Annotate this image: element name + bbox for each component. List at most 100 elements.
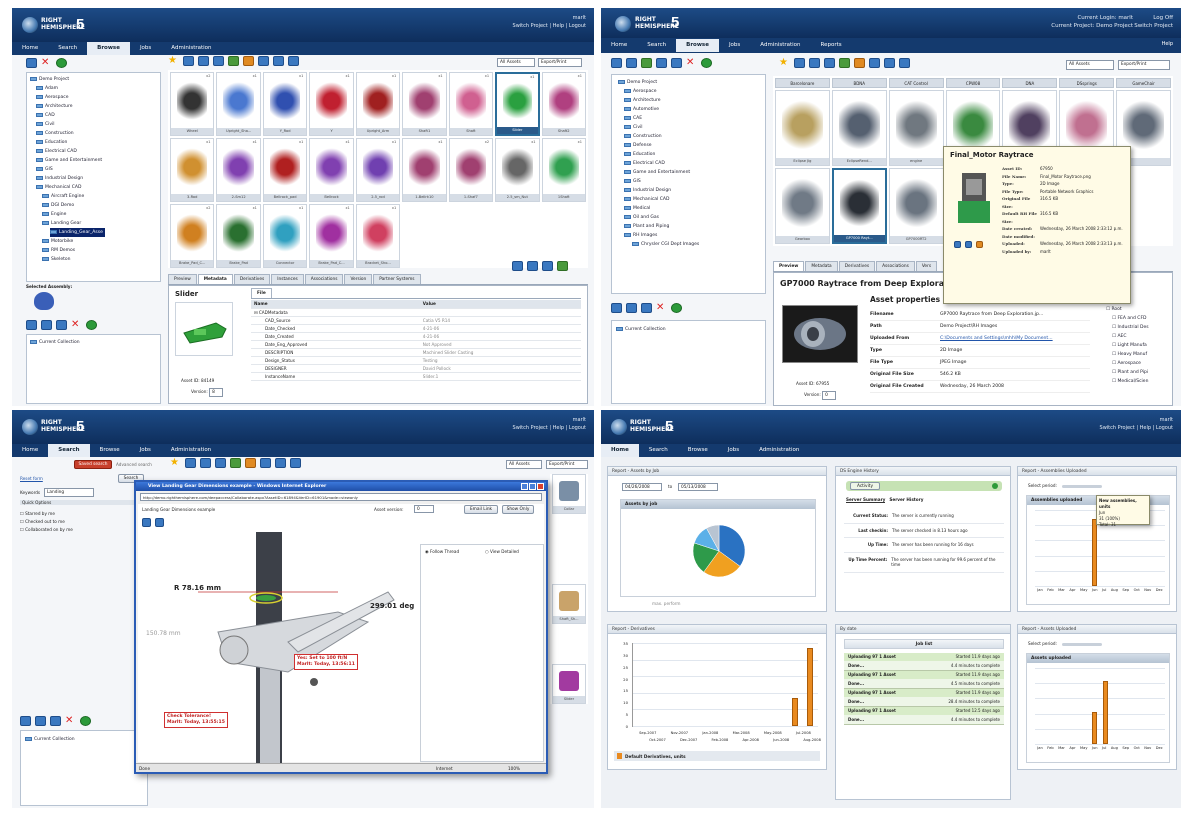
category-tree[interactable]: ☐ Root ☐ FEA and CFD ☐ Industrial Des ☐ AEC… — [1106, 305, 1172, 405]
checkin-icon[interactable] — [200, 458, 211, 468]
quick-option[interactable]: ☐ Collaborated on by me — [20, 526, 150, 534]
asset-tile[interactable]: engine — [888, 90, 944, 166]
asset-tile[interactable]: x1 Connector — [262, 204, 308, 268]
share-icon[interactable] — [854, 58, 865, 68]
asset-tile[interactable]: EclipseRend... — [831, 90, 887, 166]
refresh-icon[interactable] — [701, 58, 712, 68]
annotation-callout[interactable]: Yes: Set to 100 ft/N Marlt: Today, 13:56:… — [294, 654, 358, 670]
search-icon[interactable] — [671, 58, 682, 68]
tree-item[interactable]: Plant and Piping — [624, 222, 759, 231]
tree-item[interactable]: Electrical CAD — [624, 159, 759, 168]
tab-instances[interactable]: Instances — [271, 274, 304, 284]
asset-filter-select[interactable]: All Assets — [497, 58, 535, 67]
tree-item[interactable]: Industrial Design — [36, 174, 157, 183]
tab-server-history[interactable]: Server History — [889, 497, 923, 503]
export-select[interactable]: Export/Print — [538, 58, 582, 67]
version-select[interactable]: 8 — [209, 388, 224, 397]
checkout-icon[interactable] — [794, 58, 805, 68]
nav-tab-reports[interactable]: Reports — [811, 39, 852, 52]
star-icon[interactable]: ★ — [170, 458, 181, 468]
collection-item[interactable]: Current Collection — [30, 338, 157, 347]
tree-item[interactable]: Skeleton — [42, 255, 157, 264]
table-group-row[interactable]: ⊟ CADMetadata — [251, 308, 581, 317]
tree-item[interactable]: RH Images — [624, 231, 759, 240]
delete-icon[interactable]: ✕ — [71, 320, 82, 330]
date-to-input[interactable]: 05/13/2008 — [678, 483, 718, 491]
saved-search-button[interactable]: Saved search — [74, 460, 112, 469]
tree-item[interactable]: Aerospace — [36, 93, 157, 102]
upload-icon[interactable] — [641, 58, 652, 68]
copy-icon[interactable] — [258, 56, 269, 66]
tree-item[interactable]: Construction — [624, 132, 759, 141]
delete-icon[interactable]: ✕ — [686, 58, 697, 68]
asset-tile[interactable]: x1 Bracket_Sho... — [355, 204, 401, 268]
job-item[interactable]: Uploading 97 1 Asset Started 11.9 days ag… — [844, 653, 1004, 662]
tree-item[interactable]: Motorbike — [42, 237, 157, 246]
version-select[interactable]: 0 — [822, 391, 837, 400]
tree-item[interactable]: CAD — [36, 111, 157, 120]
tree-item[interactable]: RM Demos — [42, 246, 157, 255]
tree-item[interactable]: Electrical CAD — [36, 147, 157, 156]
property-value[interactable]: C:\Documents and Settings\mhh\My Documen… — [940, 333, 1053, 344]
tree-item[interactable]: Architecture — [36, 102, 157, 111]
tree-item[interactable]: Medical — [624, 204, 759, 213]
grid-view-icon[interactable] — [290, 458, 301, 468]
asset-tile[interactable]: x1 Slider — [495, 72, 540, 136]
activity-button[interactable]: Activity — [850, 482, 880, 490]
tree-item[interactable]: Mechanical CAD — [36, 183, 157, 192]
tree-item[interactable]: Engine — [42, 210, 157, 219]
collection-item[interactable]: Current Collection — [616, 325, 761, 334]
tree-item[interactable]: Construction — [36, 129, 157, 138]
grid-view-icon[interactable] — [899, 58, 910, 68]
rotate-icon[interactable] — [142, 518, 151, 527]
copy-icon[interactable] — [260, 458, 271, 468]
tab-version[interactable]: Version — [344, 274, 373, 284]
tree-item[interactable]: Landing Gear — [42, 219, 157, 228]
category-item[interactable]: ☐ Plant and Pipi — [1112, 368, 1172, 377]
refresh-icon[interactable] — [86, 320, 97, 330]
nav-tab-administration[interactable]: Administration — [161, 444, 221, 457]
nav-tab-jobs[interactable]: Jobs — [130, 444, 161, 457]
tree-item[interactable]: Landing_Gear_Asse — [50, 228, 105, 237]
checkout-icon[interactable] — [183, 56, 194, 66]
asset-tile[interactable]: x1 Upright_Sha... — [216, 72, 261, 136]
tab-file[interactable]: File — [251, 288, 272, 298]
asset-tile[interactable]: Gearbox — [775, 168, 830, 244]
tree-item[interactable]: CAE — [624, 114, 759, 123]
close-icon[interactable] — [537, 483, 544, 490]
tree-item[interactable]: Oil and Gas — [624, 213, 759, 222]
email-link-button[interactable]: Email Link — [464, 505, 498, 514]
tree-item[interactable]: Adam — [36, 84, 157, 93]
collection-icon[interactable] — [26, 320, 37, 330]
nav-tab-home[interactable]: Home — [601, 444, 639, 457]
collection-share-icon[interactable] — [50, 716, 61, 726]
collection-share-icon[interactable] — [56, 320, 67, 330]
bar[interactable] — [1092, 518, 1097, 586]
delete-icon[interactable]: ✕ — [65, 716, 76, 726]
view-icon[interactable] — [954, 241, 961, 248]
category-item[interactable]: ☐ Industrial Des — [1112, 323, 1172, 332]
asset-tile[interactable]: x1 Shaft — [448, 72, 494, 136]
tab-preview[interactable]: Preview — [168, 274, 197, 284]
table-row[interactable]: DESIGNER David Pollock — [251, 364, 581, 373]
period-slider[interactable] — [1062, 643, 1102, 646]
view-icon[interactable] — [512, 261, 523, 271]
measure-icon[interactable] — [155, 518, 164, 527]
job-item[interactable]: Done... 4.4 minutes to complete — [844, 716, 1004, 725]
tree-item[interactable]: Aerospace — [624, 87, 759, 96]
asset-tile[interactable]: x1 Bellrock — [309, 138, 354, 202]
quick-option[interactable]: ☐ Starred by me — [20, 510, 150, 518]
move-icon[interactable] — [884, 58, 895, 68]
tab-metadata[interactable]: Metadata — [805, 261, 838, 271]
tree-item[interactable]: Aircraft Engine — [42, 192, 157, 201]
refresh-icon[interactable] — [80, 716, 91, 726]
tab-derivatives[interactable]: Derivatives — [233, 274, 271, 284]
tree-item[interactable]: Chrysler CGI Dept Images — [632, 240, 759, 249]
view-mode-icon[interactable] — [611, 58, 622, 68]
star-icon[interactable]: ★ — [779, 58, 790, 68]
nav-tab-jobs[interactable]: Jobs — [130, 42, 161, 55]
job-item[interactable]: Uploading 97 1 Asset Started 11.9 days ag… — [844, 689, 1004, 698]
tab-partner-systems[interactable]: Partner Systems — [373, 274, 421, 284]
category-item[interactable]: ☐ FEA and CFD — [1112, 314, 1172, 323]
result-tile[interactable]: Collar — [552, 474, 586, 514]
